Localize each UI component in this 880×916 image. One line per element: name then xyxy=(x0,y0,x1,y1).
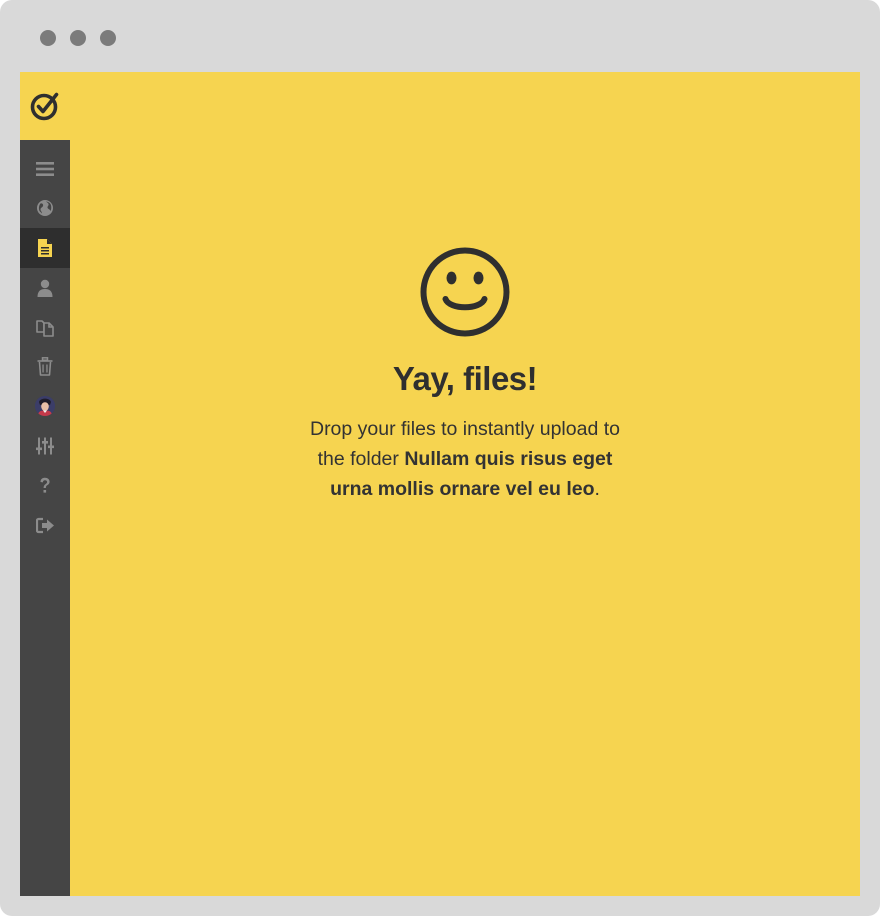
close-window-button[interactable] xyxy=(40,30,56,46)
sidebar-item-profile[interactable] xyxy=(20,387,70,427)
sidebar-item-copy[interactable] xyxy=(20,307,70,347)
window-controls xyxy=(40,30,116,46)
sliders-icon xyxy=(36,437,54,455)
file-icon xyxy=(37,238,53,258)
sidebar-item-menu[interactable] xyxy=(20,149,70,189)
empty-state-description: Drop your files to instantly upload to t… xyxy=(295,414,635,504)
sidebar-item-files[interactable] xyxy=(20,228,70,268)
copy-icon xyxy=(35,317,55,337)
sidebar-item-globe[interactable] xyxy=(20,189,70,229)
smiley-icon xyxy=(419,246,511,338)
user-icon xyxy=(36,279,54,297)
browser-window: Yay, files! Drop your files to instantly… xyxy=(0,0,880,916)
app-logo[interactable] xyxy=(20,72,70,140)
question-icon xyxy=(39,477,51,495)
sidebar-item-trash[interactable] xyxy=(20,347,70,387)
minimize-window-button[interactable] xyxy=(70,30,86,46)
sidebar-item-help[interactable] xyxy=(20,466,70,506)
description-period: . xyxy=(594,478,600,500)
avatar xyxy=(35,396,55,417)
sign-out-icon xyxy=(35,517,55,534)
sidebar-item-settings[interactable] xyxy=(20,426,70,466)
maximize-window-button[interactable] xyxy=(100,30,116,46)
trash-icon xyxy=(37,357,53,377)
check-circle-icon xyxy=(29,90,61,122)
app-viewport: Yay, files! Drop your files to instantly… xyxy=(20,72,860,896)
files-empty-state: Yay, files! Drop your files to instantly… xyxy=(70,72,860,896)
sidebar xyxy=(20,140,70,896)
menu-icon xyxy=(36,161,54,177)
sidebar-item-user[interactable] xyxy=(20,268,70,308)
globe-icon xyxy=(36,199,54,217)
sidebar-item-logout[interactable] xyxy=(20,505,70,545)
empty-state-title: Yay, files! xyxy=(392,360,538,397)
